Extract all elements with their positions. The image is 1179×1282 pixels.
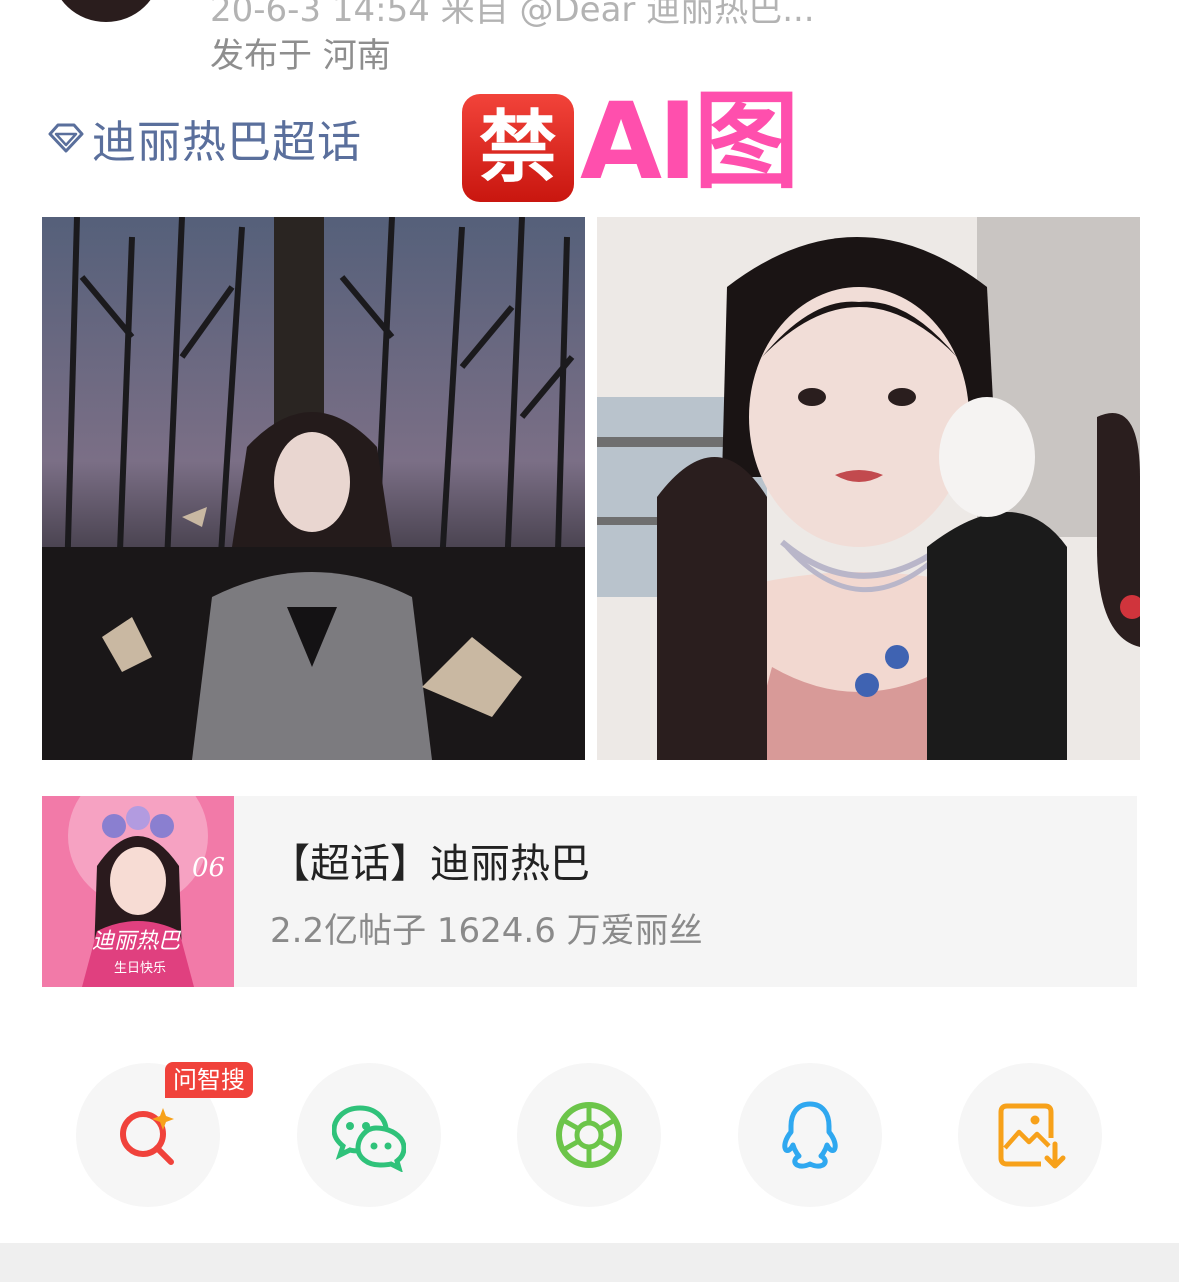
post-image-2[interactable]: [597, 217, 1140, 760]
ban-emoji: 禁: [462, 94, 574, 202]
supertopic-title: 【超话】迪丽热巴: [270, 841, 590, 887]
post-location: 发布于 河南: [210, 36, 391, 76]
supertopic-stats: 2.2亿帖子 1624.6 万爱丽丝: [270, 911, 703, 951]
post-image-1[interactable]: [42, 217, 585, 760]
ask-search-badge: 问智搜: [165, 1062, 253, 1098]
ai-search-icon: [120, 1108, 174, 1165]
post-meta: 20-6-3 14:54 来自 @Dear 迪丽热巴...: [210, 0, 815, 30]
moments-icon: [556, 1102, 622, 1168]
save-image-icon: [998, 1103, 1066, 1169]
cover-date: 06 03: [192, 853, 234, 883]
ai-watermark-text: AI图: [580, 80, 799, 203]
cover-subtitle: 生日快乐: [114, 961, 166, 976]
save-image-button[interactable]: [958, 1063, 1102, 1207]
wechat-share-button[interactable]: [297, 1063, 441, 1207]
wechat-icon: [332, 1105, 406, 1172]
cover-name: 迪丽热巴: [92, 929, 182, 954]
qq-icon: [782, 1101, 838, 1169]
supertopic-label: 迪丽热巴超话: [92, 117, 362, 168]
supertopic-cover-image: 06 03 迪丽热巴 生日快乐: [42, 796, 234, 987]
avatar[interactable]: [52, 0, 160, 22]
supertopic-card[interactable]: 06 03 迪丽热巴 生日快乐 【超话】迪丽热巴 2.2亿帖子 1624.6 万…: [42, 796, 1137, 987]
bottom-divider: [0, 1243, 1179, 1282]
supertopic-link[interactable]: 迪丽热巴超话: [44, 110, 362, 168]
diamond-icon: [48, 123, 84, 153]
qq-share-button[interactable]: [738, 1063, 882, 1207]
moments-share-button[interactable]: [517, 1063, 661, 1207]
